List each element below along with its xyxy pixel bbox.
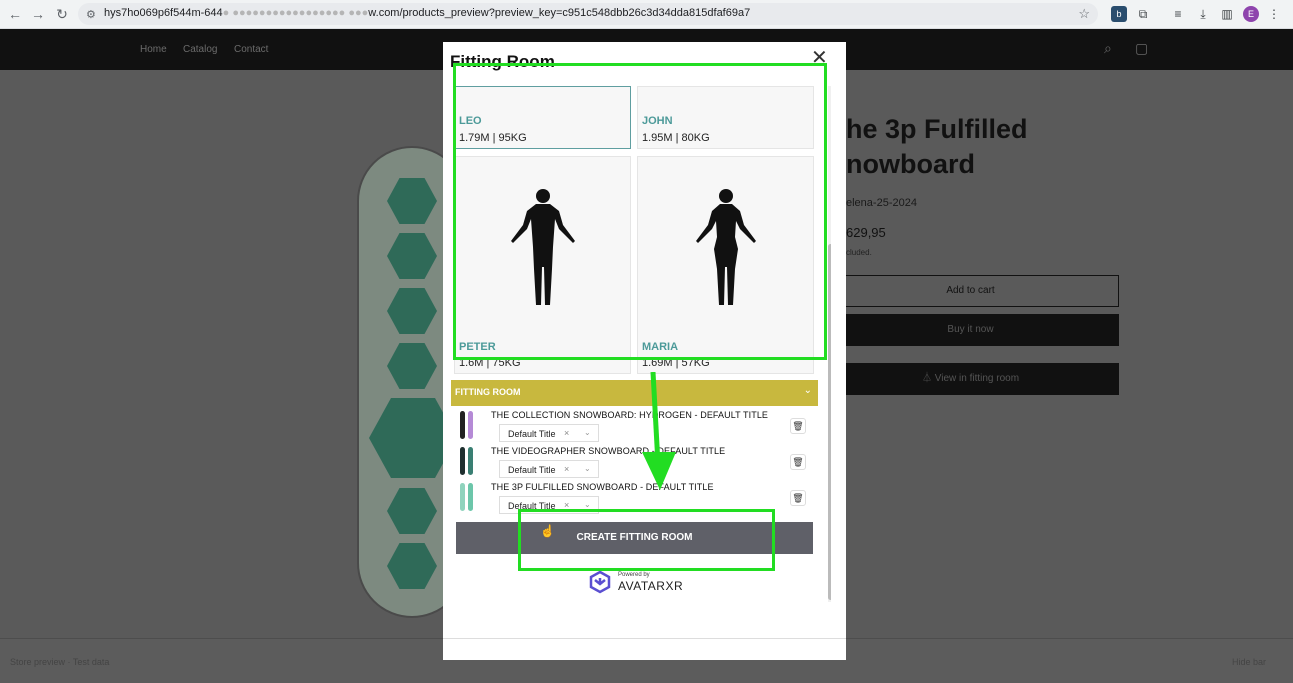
scrollbar-thumb[interactable] (828, 244, 831, 600)
board-hex (387, 488, 437, 534)
bookmark-star-icon[interactable]: ☆ (1078, 6, 1090, 22)
item-title: THE VIDEOGRAPHER SNOWBOARD - DEFAULT TIT… (491, 446, 726, 456)
address-bar[interactable]: ⚙ hys7ho069p6f544m-644● ●●●●●●●●●●●●●●●●… (78, 3, 1098, 25)
view-fitting-room-button[interactable]: ⏃ View in fitting room (822, 363, 1119, 395)
url-text: hys7ho069p6f544m-644● ●●●●●●●●●●●●●●●●● … (104, 7, 751, 19)
forward-icon[interactable]: → (29, 5, 47, 23)
snowboard-thumbnail (460, 483, 473, 511)
profile-avatar[interactable]: E (1243, 6, 1259, 22)
divider (443, 638, 846, 639)
fitting-item: THE COLLECTION SNOWBOARD: HYDROGEN - DEF… (451, 410, 818, 446)
nav-contact[interactable]: Contact (234, 44, 268, 55)
browser-toolbar: ← → ↻ ⚙ hys7ho069p6f544m-644● ●●●●●●●●●●… (0, 0, 1293, 29)
accordion-label: FITTING ROOM (455, 387, 521, 397)
powered-by-logo: Powered by AVATARXR (588, 570, 698, 596)
remove-tag-icon[interactable]: × (564, 428, 569, 438)
annotation-arrow-icon (642, 372, 676, 490)
extension-b-icon[interactable]: b (1111, 6, 1127, 22)
board-hex (387, 288, 437, 334)
download-icon[interactable]: ⤓ (1195, 6, 1211, 22)
board-hex (387, 178, 437, 224)
search-icon[interactable]: ⌕ (1104, 40, 1112, 57)
product-price: 629,95 (846, 225, 886, 240)
product-title: he 3p Fulfilled nowboard (846, 114, 1028, 179)
variant-select[interactable]: Default Title × ⌄ (499, 424, 599, 442)
product-vendor: elena-25-2024 (846, 197, 917, 209)
variant-tag: Default Title (508, 465, 556, 475)
chevron-down-icon[interactable]: ⌄ (584, 428, 591, 437)
powered-by-text: Powered by (618, 572, 650, 578)
reading-list-icon[interactable]: ≡ (1170, 6, 1186, 22)
variant-select[interactable]: Default Title × ⌄ (499, 460, 599, 478)
brand-name: AVATARXR (618, 579, 684, 593)
side-panel-icon[interactable]: ▥ (1219, 6, 1235, 22)
footer-preview-text: Store preview · Test data (10, 657, 110, 667)
extensions-puzzle-icon[interactable]: ⧉ (1135, 6, 1151, 22)
variant-tag: Default Title (508, 429, 556, 439)
chevron-down-icon[interactable]: ⌄ (584, 500, 591, 509)
trash-icon[interactable]: 🗑 (790, 490, 806, 506)
trash-icon[interactable]: 🗑 (790, 418, 806, 434)
item-title: THE COLLECTION SNOWBOARD: HYDROGEN - DEF… (491, 410, 769, 420)
fitting-item: THE VIDEOGRAPHER SNOWBOARD - DEFAULT TIT… (451, 446, 818, 482)
board-hex (387, 343, 437, 389)
snowboard-thumbnail (460, 411, 473, 439)
annotation-highlight-create-button (518, 509, 775, 571)
site-info-icon[interactable]: ⚙ (86, 8, 96, 21)
fitting-room-accordion[interactable]: FITTING ROOM ⌄ (451, 380, 818, 406)
modal-scrollbar[interactable] (828, 86, 831, 602)
nav-catalog[interactable]: Catalog (183, 44, 217, 55)
cart-icon[interactable]: ▢ (1135, 40, 1148, 57)
hide-bar-link[interactable]: Hide bar (1232, 657, 1266, 667)
annotation-highlight-avatars (453, 63, 827, 360)
remove-tag-icon[interactable]: × (564, 464, 569, 474)
hanger-icon: ⏃ (921, 373, 935, 384)
tax-note: cluded. (846, 248, 872, 257)
board-hex (387, 233, 437, 279)
add-to-cart-button[interactable]: Add to cart (822, 275, 1119, 307)
trash-icon[interactable]: 🗑 (790, 454, 806, 470)
avatarxr-logo-icon (589, 570, 611, 594)
reload-icon[interactable]: ↻ (53, 5, 71, 23)
mouse-pointer-icon: ☝ (540, 524, 555, 538)
chevron-down-icon: ⌄ (803, 385, 812, 396)
snowboard-thumbnail (460, 447, 473, 475)
board-hex (387, 543, 437, 589)
back-icon[interactable]: ← (6, 5, 24, 23)
nav-home[interactable]: Home (140, 44, 167, 55)
chevron-down-icon[interactable]: ⌄ (584, 464, 591, 473)
menu-kebab-icon[interactable]: ⋮ (1266, 6, 1282, 22)
buy-now-button[interactable]: Buy it now (822, 314, 1119, 346)
